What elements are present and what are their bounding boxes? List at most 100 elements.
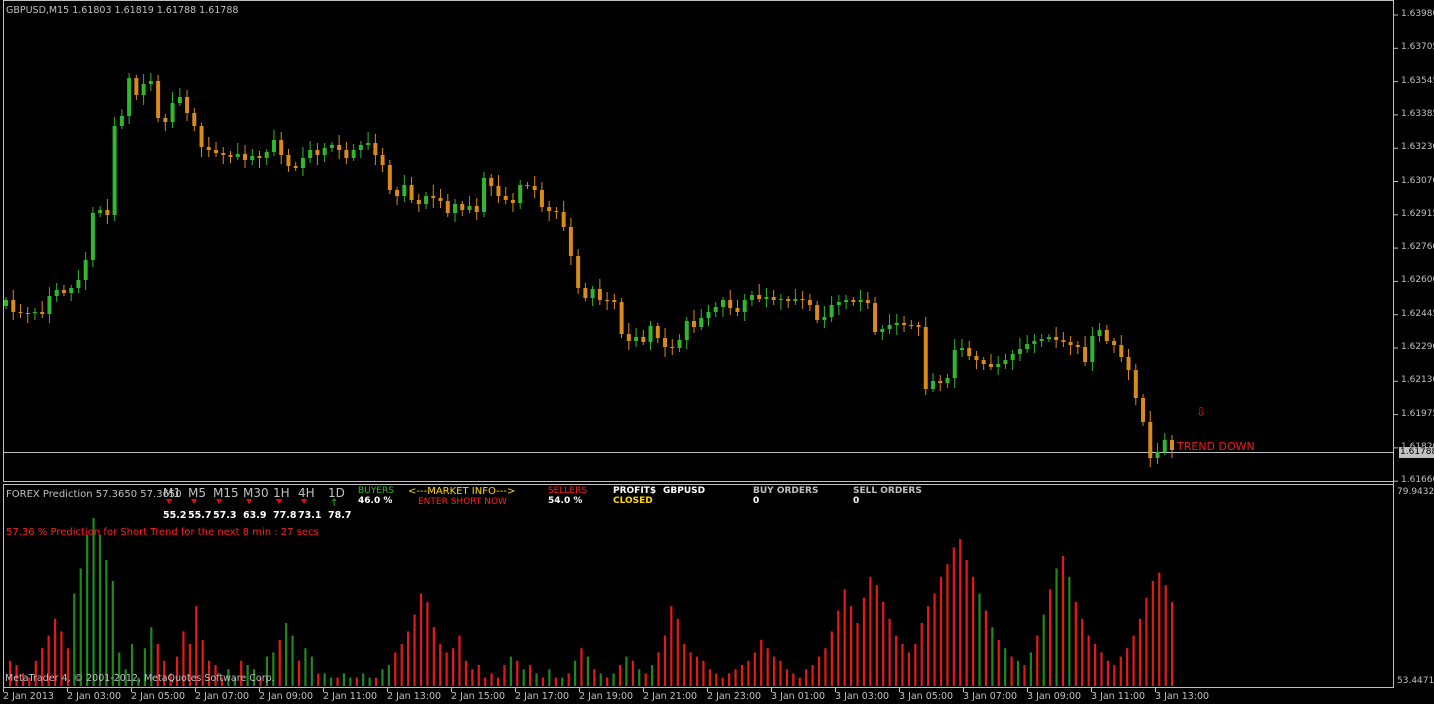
sell-pressure-bar	[394, 652, 397, 686]
buy-pressure-bar	[92, 518, 95, 686]
bear-candle	[670, 347, 675, 348]
price-label: 1.62600	[1401, 275, 1434, 286]
timeframe-value: 55.7	[188, 510, 212, 521]
sell-pressure-bar	[554, 677, 557, 686]
price-label: 1.62760	[1401, 242, 1434, 253]
bull-candle	[119, 116, 124, 126]
arrow-down-icon	[276, 499, 282, 504]
sell-pressure-bar	[1138, 618, 1142, 686]
bull-candle	[829, 305, 834, 317]
bear-candle	[1054, 337, 1059, 340]
bear-candle	[257, 156, 262, 158]
market-info-action: ENTER SHORT NOW	[418, 497, 507, 507]
price-label: 1.62915	[1401, 208, 1434, 219]
buy-pressure-bar	[548, 669, 551, 686]
buy-pressure-bar	[86, 534, 89, 686]
buy-pressure-bar	[991, 627, 994, 686]
sell-pressure-bar	[869, 576, 872, 686]
bear-candle	[525, 185, 530, 186]
sell-pressure-bar	[407, 631, 410, 686]
sell-pressure-bar	[1036, 635, 1039, 686]
buy-pressure-bar	[329, 677, 333, 686]
sell-pressure-bar	[798, 677, 801, 686]
buyers-value: 46.0 %	[358, 496, 393, 506]
time-label: 2 Jan 15:00	[451, 691, 506, 702]
bear-candle	[18, 312, 23, 313]
bear-candle	[800, 299, 805, 300]
bull-candle	[4, 300, 8, 306]
buy-pressure-bar	[522, 669, 525, 686]
sell-pressure-bar	[657, 652, 660, 686]
buy-pressure-bar	[291, 635, 294, 686]
sell-pressure-bar	[914, 644, 917, 686]
bear-candle	[156, 81, 161, 118]
bear-candle	[460, 204, 465, 210]
bear-candle	[807, 300, 812, 305]
buy-pressure-bar	[111, 581, 114, 686]
chart-title: GBPUSD,M15 1.61803 1.61819 1.61788 1.617…	[6, 5, 239, 16]
bull-candle	[264, 152, 269, 158]
bull-candle	[1003, 360, 1008, 364]
time-label: 3 Jan 03:00	[835, 691, 890, 702]
time-label: 2 Jan 11:00	[323, 691, 378, 702]
price-label: 1.61660	[1401, 475, 1434, 486]
sell-pressure-bar	[811, 665, 814, 686]
bear-candle	[576, 256, 581, 288]
sell-pressure-bar	[593, 669, 596, 686]
sell-pressure-bar	[317, 673, 320, 686]
sell-pressure-bar	[959, 539, 962, 686]
sell-pressure-bar	[920, 623, 923, 686]
bull-candle	[54, 290, 59, 296]
sell-pressure-bar	[1126, 648, 1129, 686]
sell-pressure-bar	[419, 593, 423, 686]
bear-candle	[380, 155, 385, 165]
bull-candle	[90, 213, 95, 260]
bull-candle	[634, 337, 639, 341]
sell-pressure-bar	[875, 585, 878, 686]
bear-candle	[279, 140, 284, 155]
sell-pressure-bar	[888, 618, 891, 686]
time-label: 2 Jan 05:00	[131, 691, 186, 702]
main-panel-frame	[3, 0, 1394, 482]
sell-pressure-bar	[683, 644, 686, 686]
timeframe-name: M5	[188, 486, 206, 500]
bear-candle	[293, 166, 298, 168]
sell-pressure-bar	[1087, 635, 1090, 686]
sell-pressure-bar	[400, 644, 403, 686]
bull-candle	[235, 154, 240, 157]
bear-candle	[988, 364, 993, 367]
bull-candle	[931, 381, 936, 389]
bear-candle	[344, 150, 349, 158]
bear-candle	[626, 334, 631, 341]
sell-pressure-bar	[1171, 602, 1174, 686]
bear-candle	[532, 186, 537, 190]
sell-pressure-bar	[728, 673, 731, 686]
sell-pressure-bar	[766, 648, 769, 686]
bull-candle	[1010, 354, 1015, 360]
bear-candle	[902, 323, 907, 325]
sell-pressure-bar	[496, 677, 500, 686]
sell-pressure-bar	[1010, 656, 1013, 686]
arrow-down-icon	[246, 499, 252, 504]
timeframe-name: M30	[243, 486, 269, 500]
sell-pressure-bar	[503, 665, 506, 686]
sell-pressure-bar	[830, 631, 833, 686]
bear-candle	[967, 348, 972, 356]
buy-pressure-bar	[978, 593, 981, 686]
sell-pressure-bar	[374, 677, 378, 686]
bear-candle	[134, 78, 139, 95]
bull-candle	[1032, 341, 1037, 344]
bull-candle	[170, 103, 175, 122]
bear-candle	[554, 211, 559, 212]
bull-candle	[98, 210, 103, 213]
sell-pressure-bar	[1113, 665, 1116, 686]
bull-candle	[366, 143, 371, 145]
bull-candle	[858, 300, 863, 302]
market-info-label: <---MARKET INFO--->	[408, 486, 516, 497]
sell-pressure-bar	[760, 639, 763, 686]
bear-candle	[185, 97, 190, 113]
prediction-text: 57.36 % Prediction for Short Trend for t…	[6, 527, 319, 538]
timeframe-value: 78.7	[328, 510, 352, 521]
sell-pressure-bar	[805, 669, 808, 686]
sell-pressure-bar	[1023, 665, 1026, 686]
